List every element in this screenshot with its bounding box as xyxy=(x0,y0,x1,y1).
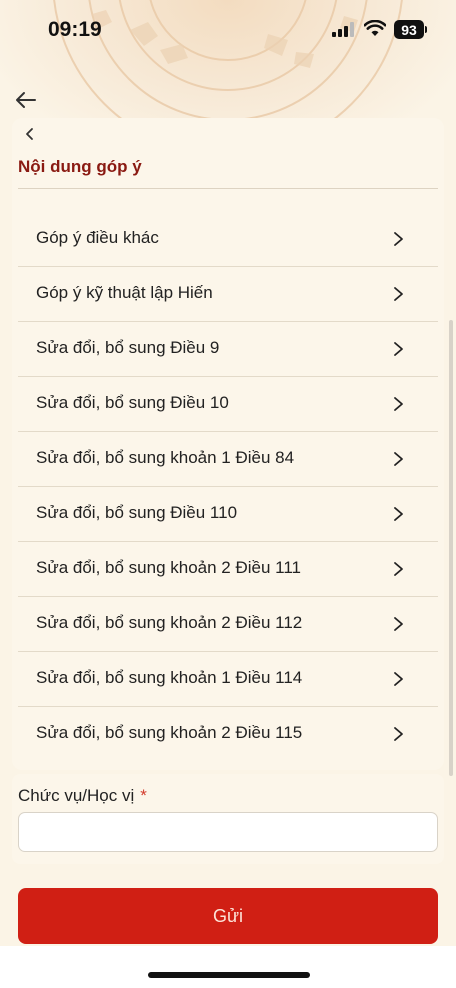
list-item-label: Sửa đổi, bổ sung khoản 2 Điều 111 xyxy=(36,558,301,577)
status-bar: 09:19 93 xyxy=(0,0,456,58)
list-item-article-84[interactable]: Sửa đổi, bổ sung khoản 1 Điều 84 xyxy=(18,432,438,487)
list-item-label: Sửa đổi, bổ sung khoản 2 Điều 112 xyxy=(36,613,303,632)
chevron-right-icon xyxy=(394,727,403,741)
list-item-label: Sửa đổi, bổ sung Điều 110 xyxy=(36,503,238,522)
position-input[interactable] xyxy=(18,812,438,852)
chevron-right-icon xyxy=(394,672,403,686)
wifi-icon xyxy=(363,19,387,42)
position-label-text: Chức vụ/Học vị xyxy=(18,786,135,805)
list-item-article-112[interactable]: Sửa đổi, bổ sung khoản 2 Điều 112 xyxy=(18,597,438,652)
battery-tip xyxy=(425,26,427,33)
chevron-right-icon xyxy=(394,507,403,521)
chevron-right-icon xyxy=(394,232,403,246)
battery-indicator: 93 xyxy=(394,20,424,39)
bottom-safe-area xyxy=(0,946,456,988)
chevron-right-icon xyxy=(394,452,403,466)
list-item-article-110[interactable]: Sửa đổi, bổ sung Điều 110 xyxy=(18,487,438,542)
list-item-label: Sửa đổi, bổ sung khoản 1 Điều 114 xyxy=(36,668,303,687)
home-indicator[interactable] xyxy=(148,972,310,978)
chevron-right-icon xyxy=(394,287,403,301)
list-item-constitutional-technique[interactable]: Góp ý kỹ thuật lập Hiến xyxy=(18,267,438,322)
list-item-article-111[interactable]: Sửa đổi, bổ sung khoản 2 Điều 111 xyxy=(18,542,438,597)
list-item-article-114[interactable]: Sửa đổi, bổ sung khoản 1 Điều 114 xyxy=(18,652,438,707)
divider xyxy=(18,188,438,189)
list-item-label: Sửa đổi, bổ sung khoản 1 Điều 84 xyxy=(36,448,295,467)
section-title: Nội dung góp ý xyxy=(18,157,142,176)
list-item-label: Sửa đổi, bổ sung khoản 2 Điều 115 xyxy=(36,723,303,742)
status-time: 09:19 xyxy=(48,18,102,41)
chevron-right-icon xyxy=(394,397,403,411)
arrow-left-icon[interactable] xyxy=(14,88,38,112)
feedback-topic-list: Góp ý điều khác Góp ý kỹ thuật lập Hiến … xyxy=(18,212,438,762)
chevron-left-icon[interactable] xyxy=(20,124,40,144)
required-mark: * xyxy=(140,786,147,805)
position-label: Chức vụ/Học vị * xyxy=(18,786,147,806)
list-item-label: Góp ý điều khác xyxy=(36,228,159,247)
list-item-article-10[interactable]: Sửa đổi, bổ sung Điều 10 xyxy=(18,377,438,432)
list-item-other-article[interactable]: Góp ý điều khác xyxy=(18,212,438,267)
list-item-label: Góp ý kỹ thuật lập Hiến xyxy=(36,283,213,302)
submit-button[interactable]: Gửi xyxy=(18,888,438,944)
list-item-label: Sửa đổi, bổ sung Điều 10 xyxy=(36,393,229,412)
chevron-right-icon xyxy=(394,342,403,356)
list-item-label: Sửa đổi, bổ sung Điều 9 xyxy=(36,338,220,357)
cellular-signal-icon xyxy=(332,22,354,42)
list-item-article-9[interactable]: Sửa đổi, bổ sung Điều 9 xyxy=(18,322,438,377)
scrollbar[interactable] xyxy=(449,320,453,776)
list-item-article-115[interactable]: Sửa đổi, bổ sung khoản 2 Điều 115 xyxy=(18,707,438,762)
chevron-right-icon xyxy=(394,562,403,576)
chevron-right-icon xyxy=(394,617,403,631)
